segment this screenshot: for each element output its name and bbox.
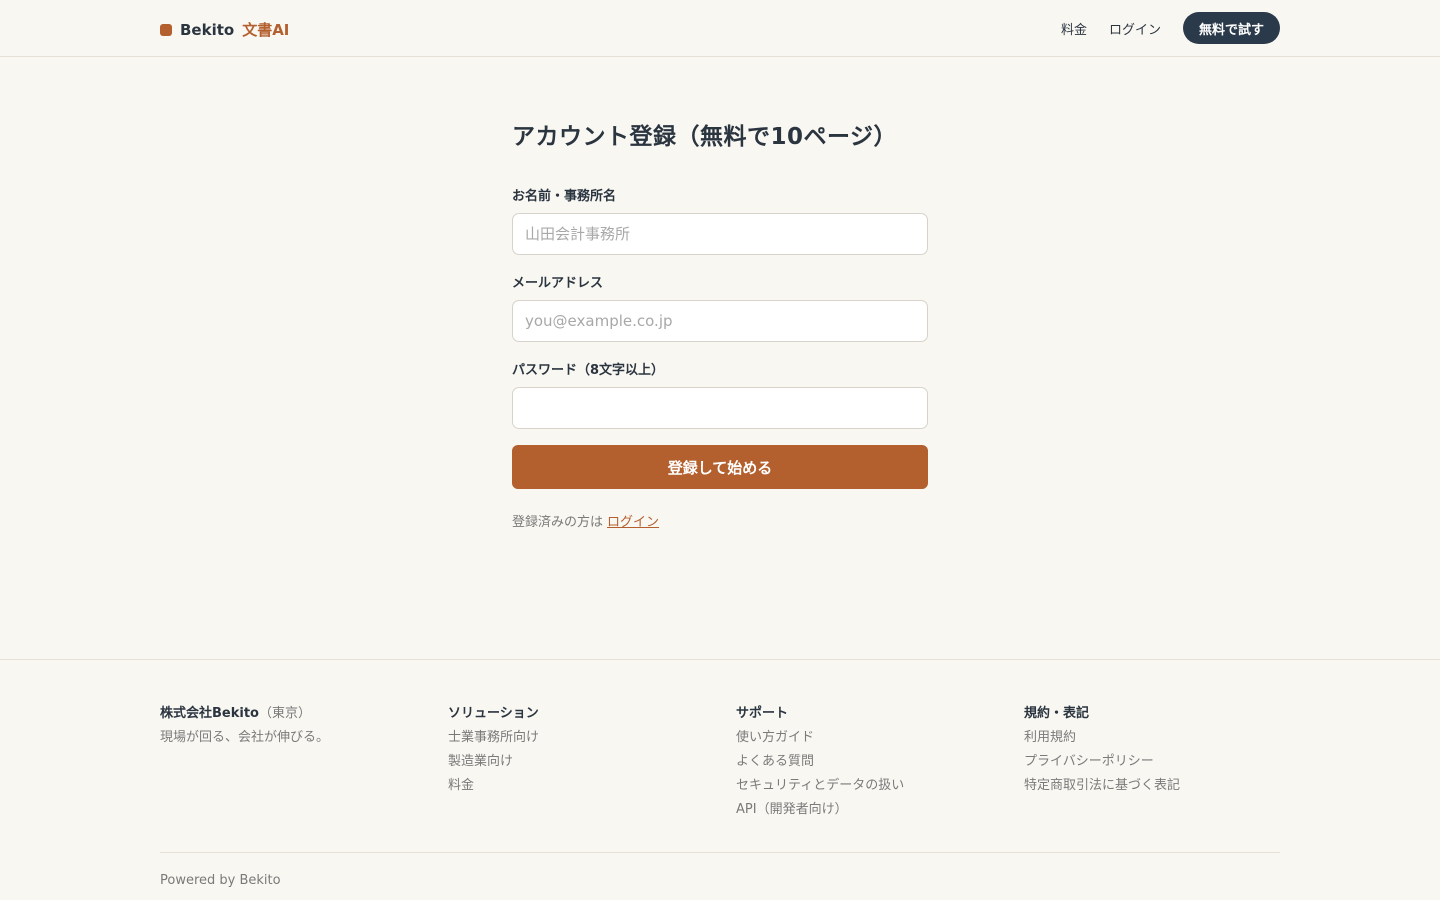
site-header: Bekito 文書AI 料金 ログイン 無料で試す [0,0,1440,57]
footer-support-title: サポート [736,706,789,721]
footer-link-api[interactable]: API（開発者向け） [736,798,904,822]
footer-link-privacy[interactable]: プライバシーポリシー [1024,750,1180,774]
footer-solutions: ソリューション 士業事務所向け 製造業向け 料金 [448,702,539,798]
email-field[interactable] [512,300,928,342]
footer-company-name: 株式会社Bekito（東京） [160,702,329,726]
try-free-button[interactable]: 無料で試す [1182,12,1280,44]
footer-link-faq[interactable]: よくある質問 [736,750,904,774]
footer-legal: 規約・表記 利用規約 プライバシーポリシー 特定商取引法に基づく表記 [1024,702,1180,798]
brand-name: Bekito [180,20,235,39]
email-label: メールアドレス [512,276,604,291]
page-title: アカウント登録（無料で10ページ） [512,124,898,150]
brand-product: 文書AI [242,21,290,39]
footer-link-manufacturing[interactable]: 製造業向け [448,750,539,774]
footer-legal-title: 規約・表記 [1024,706,1090,721]
brand-logo-link[interactable]: Bekito 文書AI [160,19,289,40]
footer-company: 株式会社Bekito（東京） 現場が回る、会社が伸びる。 [160,702,329,745]
footer-divider [160,852,1280,853]
company-name: 株式会社Bekito [160,706,259,721]
top-nav: 料金 ログイン 無料で試す [1061,12,1280,44]
signup-form: アカウント登録（無料で10ページ） お名前・事務所名 メールアドレス パスワード… [512,120,928,532]
brand-logo-icon [160,23,172,36]
company-location: （東京） [258,706,311,721]
footer-support: サポート 使い方ガイド よくある質問 セキュリティとデータの扱い API（開発者… [736,702,904,822]
powered-by: Powered by Bekito [160,873,281,888]
password-field[interactable] [512,387,928,429]
footer-link-guide[interactable]: 使い方ガイド [736,726,904,750]
site-footer: 株式会社Bekito（東京） 現場が回る、会社が伸びる。 ソリューション 士業事… [0,659,1440,900]
footer-link-professional-firms[interactable]: 士業事務所向け [448,726,539,750]
name-label: お名前・事務所名 [512,189,617,204]
nav-login-link[interactable]: ログイン [1109,19,1161,38]
login-hint-text: 登録済みの方は [512,515,604,530]
footer-solutions-title: ソリューション [448,706,539,721]
login-hint: 登録済みの方は ログイン [512,514,928,532]
footer-link-pricing[interactable]: 料金 [448,774,539,798]
name-field[interactable] [512,213,928,255]
register-submit-button[interactable]: 登録して始める [512,445,928,489]
login-link[interactable]: ログイン [607,515,659,530]
password-label: パスワード（8文字以上） [512,363,665,378]
footer-link-commerce-act[interactable]: 特定商取引法に基づく表記 [1024,774,1180,798]
nav-pricing-link[interactable]: 料金 [1061,19,1087,38]
company-tagline: 現場が回る、会社が伸びる。 [160,730,330,745]
footer-link-security[interactable]: セキュリティとデータの扱い [736,774,904,798]
footer-link-terms[interactable]: 利用規約 [1024,726,1180,750]
